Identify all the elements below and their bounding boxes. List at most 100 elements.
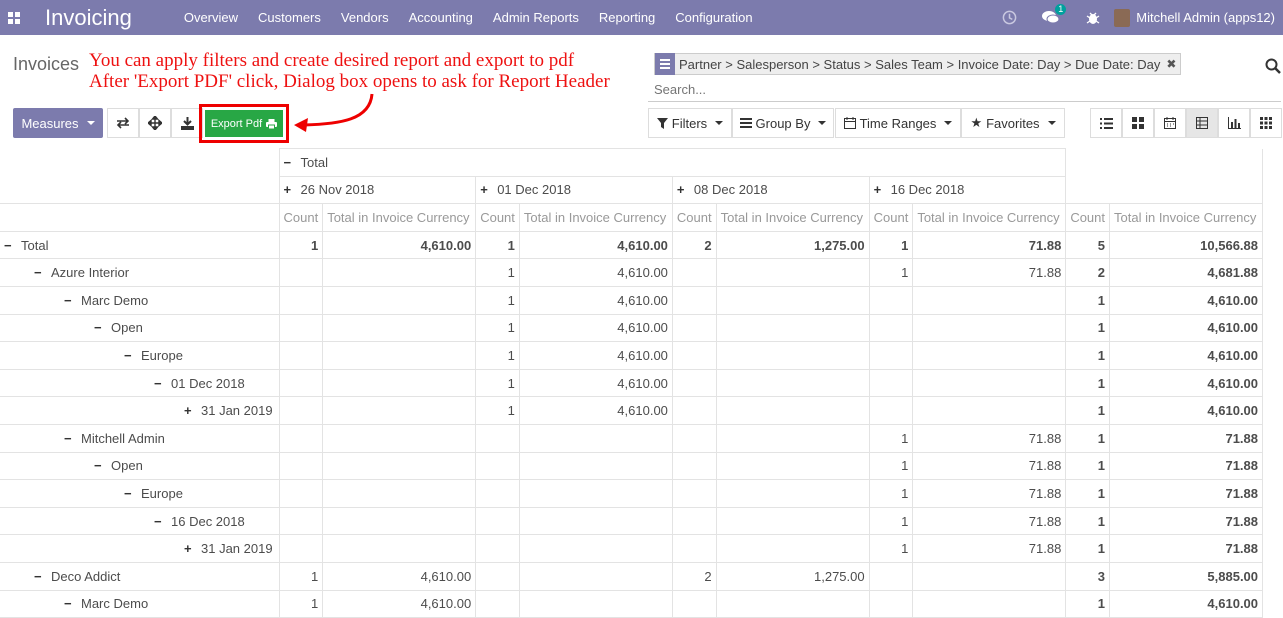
kanban-view-button[interactable] xyxy=(1122,108,1154,138)
col-header-total[interactable]: − Total xyxy=(278,148,1067,177)
cell-count[interactable]: 1 xyxy=(475,258,520,287)
cell-total[interactable] xyxy=(715,396,870,425)
cell-count[interactable]: 1 xyxy=(868,479,914,508)
cell-total[interactable]: 4,610.00 xyxy=(322,561,477,591)
measure-header-count[interactable]: Count xyxy=(671,203,717,232)
cell-count[interactable] xyxy=(278,423,324,453)
filters-button[interactable]: Filters xyxy=(648,108,732,138)
cell-total[interactable]: 4,610.00 xyxy=(518,258,673,287)
cell-count[interactable] xyxy=(868,313,914,343)
menu-admin-reports[interactable]: Admin Reports xyxy=(483,0,589,35)
cell-count[interactable]: 1 xyxy=(1065,534,1111,563)
cell-total[interactable]: 4,610.00 xyxy=(518,396,673,425)
apps-menu-icon[interactable] xyxy=(8,11,20,24)
cell-count[interactable]: 1 xyxy=(475,230,520,260)
cell-total[interactable] xyxy=(518,506,673,536)
cell-total[interactable] xyxy=(912,285,1067,315)
cell-count[interactable]: 1 xyxy=(868,506,914,536)
cell-total[interactable] xyxy=(322,451,477,481)
cell-total[interactable] xyxy=(518,589,673,618)
cell-total[interactable] xyxy=(322,368,477,398)
calendar-view-button[interactable] xyxy=(1154,108,1186,138)
cell-total[interactable] xyxy=(715,341,870,370)
cell-total[interactable] xyxy=(715,285,870,315)
cell-total[interactable]: 4,681.88 xyxy=(1109,258,1264,287)
cell-total[interactable]: 10,566.88 xyxy=(1109,230,1264,260)
row-header[interactable]: − Open xyxy=(0,451,280,481)
cell-total[interactable] xyxy=(322,396,477,425)
cell-count[interactable]: 1 xyxy=(475,396,520,425)
menu-reporting[interactable]: Reporting xyxy=(589,0,665,35)
cell-total[interactable] xyxy=(715,313,870,343)
cell-count[interactable] xyxy=(278,313,324,343)
cell-count[interactable]: 1 xyxy=(278,230,324,260)
cell-total[interactable]: 71.88 xyxy=(912,451,1067,481)
cell-total[interactable]: 4,610.00 xyxy=(1109,285,1264,315)
cell-count[interactable]: 1 xyxy=(1065,423,1111,453)
cell-total[interactable] xyxy=(715,534,870,563)
cell-total[interactable]: 71.88 xyxy=(1109,423,1264,453)
page-title[interactable]: Invoices xyxy=(13,54,79,75)
cell-count[interactable] xyxy=(278,451,324,481)
cell-count[interactable]: 1 xyxy=(1065,451,1111,481)
cell-total[interactable] xyxy=(518,561,673,591)
cell-total[interactable] xyxy=(912,341,1067,370)
cell-total[interactable] xyxy=(715,368,870,398)
cell-count[interactable] xyxy=(278,341,324,370)
cell-total[interactable]: 1,275.00 xyxy=(715,561,870,591)
cell-total[interactable] xyxy=(518,451,673,481)
cell-count[interactable] xyxy=(671,534,717,563)
cell-total[interactable]: 4,610.00 xyxy=(1109,368,1264,398)
cell-count[interactable] xyxy=(868,368,914,398)
col-header-group[interactable]: +16 Dec 2018 xyxy=(868,175,1067,205)
cell-count[interactable]: 1 xyxy=(1065,368,1111,398)
cell-total[interactable]: 71.88 xyxy=(912,258,1067,287)
cell-count[interactable] xyxy=(868,341,914,370)
search-input[interactable] xyxy=(654,80,1234,98)
messages-icon[interactable]: 1 xyxy=(1041,3,1067,28)
cell-count[interactable]: 1 xyxy=(1065,479,1111,508)
cell-total[interactable] xyxy=(715,506,870,536)
cell-total[interactable]: 71.88 xyxy=(912,534,1067,563)
cell-count[interactable] xyxy=(868,589,914,618)
cell-total[interactable] xyxy=(322,423,477,453)
cell-total[interactable]: 5,885.00 xyxy=(1109,561,1264,591)
time-ranges-button[interactable]: Time Ranges xyxy=(835,108,961,138)
cell-total[interactable]: 4,610.00 xyxy=(1109,341,1264,370)
cell-total[interactable]: 71.88 xyxy=(912,479,1067,508)
search-icon[interactable] xyxy=(1265,58,1281,74)
cell-count[interactable]: 1 xyxy=(1065,396,1111,425)
cell-total[interactable]: 4,610.00 xyxy=(1109,313,1264,343)
cell-count[interactable] xyxy=(868,285,914,315)
cell-count[interactable]: 1 xyxy=(868,423,914,453)
menu-accounting[interactable]: Accounting xyxy=(399,0,483,35)
cell-total[interactable]: 71.88 xyxy=(1109,506,1264,536)
cell-total[interactable] xyxy=(322,479,477,508)
cell-count[interactable]: 1 xyxy=(278,589,324,618)
row-header[interactable]: − Deco Addict xyxy=(0,561,280,591)
row-header[interactable]: − Europe xyxy=(0,341,280,370)
cell-count[interactable] xyxy=(278,258,324,287)
cell-count[interactable] xyxy=(671,451,717,481)
cell-total[interactable]: 4,610.00 xyxy=(518,313,673,343)
cell-total[interactable]: 4,610.00 xyxy=(518,341,673,370)
cell-count[interactable] xyxy=(278,506,324,536)
graph-view-button[interactable] xyxy=(1218,108,1250,138)
cell-total[interactable] xyxy=(322,506,477,536)
measure-header-total[interactable]: Total in Invoice Currency xyxy=(1109,203,1264,232)
user-avatar[interactable] xyxy=(1114,8,1131,27)
menu-customers[interactable]: Customers xyxy=(248,0,331,35)
favorites-button[interactable]: ★ Favorites xyxy=(961,108,1065,138)
measure-header-total[interactable]: Total in Invoice Currency xyxy=(715,203,870,232)
menu-overview[interactable]: Overview xyxy=(174,0,248,35)
cell-count[interactable]: 2 xyxy=(671,230,717,260)
cell-count[interactable] xyxy=(475,451,520,481)
cell-total[interactable]: 4,610.00 xyxy=(1109,396,1264,425)
cell-total[interactable] xyxy=(912,396,1067,425)
cell-count[interactable]: 3 xyxy=(1065,561,1111,591)
cell-total[interactable] xyxy=(518,479,673,508)
row-header[interactable]: −01 Dec 2018 xyxy=(0,368,280,398)
cell-total[interactable] xyxy=(912,368,1067,398)
app-brand[interactable]: Invoicing xyxy=(45,5,132,31)
pivot-view-button[interactable] xyxy=(1186,108,1218,138)
